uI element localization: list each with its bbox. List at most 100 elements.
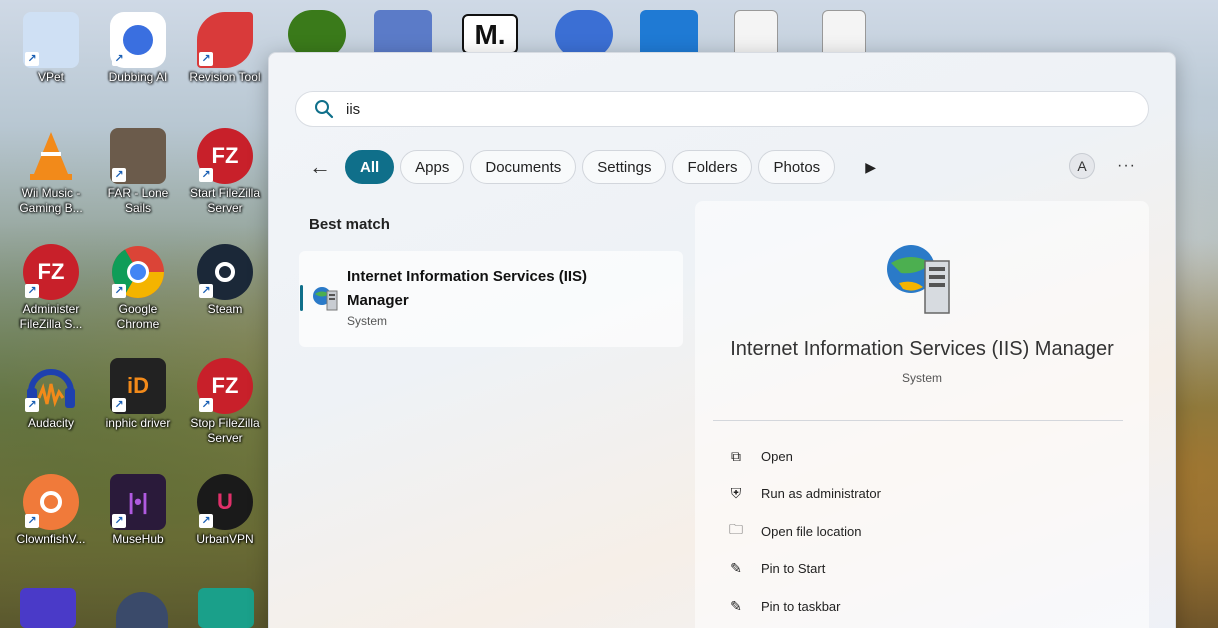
desktop-icon-dubbing-ai[interactable]: ↗ Dubbing AI xyxy=(97,12,179,85)
filezilla-icon: FZ ↗ xyxy=(197,358,253,414)
detail-pane: Internet Information Services (IIS) Mana… xyxy=(695,201,1149,628)
shortcut-arrow-icon: ↗ xyxy=(25,514,39,528)
bottom-icon-1[interactable] xyxy=(20,588,76,628)
search-input[interactable] xyxy=(346,100,1126,118)
pin-icon: ✎ xyxy=(730,597,742,614)
shortcut-arrow-icon: ↗ xyxy=(25,398,39,412)
filezilla-icon: FZ ↗ xyxy=(197,128,253,184)
detail-subtitle: System xyxy=(901,371,942,385)
best-match-result[interactable]: Internet Information Services (IIS) Mana… xyxy=(299,251,683,347)
best-match-heading: Best match xyxy=(309,216,390,233)
action-label: Pin to Start xyxy=(761,560,826,576)
action-label: Pin to taskbar xyxy=(761,598,841,614)
desktop-icon-audacity[interactable]: ↗ Audacity xyxy=(10,358,92,431)
action-pin-to-taskbar[interactable]: ✎ Pin to taskbar xyxy=(727,595,841,617)
shortcut-arrow-icon: ↗ xyxy=(199,398,213,412)
desktop-icon-label: Steam xyxy=(207,302,243,316)
filter-folders[interactable]: Folders xyxy=(672,150,753,184)
shortcut-arrow-icon: ↗ xyxy=(112,168,126,182)
shortcut-arrow-icon: ↗ xyxy=(112,398,126,412)
top-icon-vscode[interactable] xyxy=(640,10,698,58)
desktop-icon-administer-filezilla[interactable]: FZ ↗ Administer FileZilla S... xyxy=(10,244,92,332)
desktop-icon-vpet[interactable]: ↗ VPet xyxy=(10,12,92,85)
filter-photos[interactable]: Photos xyxy=(758,150,836,184)
desktop-icon-start-filezilla[interactable]: FZ ↗ Start FileZilla Server xyxy=(184,128,266,216)
play-more-icon[interactable]: ▶ xyxy=(865,159,876,176)
desktop-icon-stop-filezilla[interactable]: FZ ↗ Stop FileZilla Server xyxy=(184,358,266,446)
top-icon-1[interactable] xyxy=(288,10,346,58)
desktop-icon-urbanvpn[interactable]: U ↗ UrbanVPN xyxy=(184,474,266,547)
action-label: Open xyxy=(761,448,793,464)
shortcut-arrow-icon: ↗ xyxy=(112,52,126,66)
result-title: Internet Information Services (IIS) Mana… xyxy=(347,268,588,309)
desktop-icon-label: Start FileZilla Server xyxy=(189,186,260,215)
desktop-icon-label: Revision Tool xyxy=(189,70,261,84)
desktop-icon-far-lone-sails[interactable]: ↗ FAR - Lone Sails xyxy=(97,128,179,216)
search-icon xyxy=(315,100,334,119)
inphic-icon: iD ↗ xyxy=(110,358,166,414)
action-run-as-administrator[interactable]: ⛨ Run as administrator xyxy=(727,482,881,504)
action-pin-to-start[interactable]: ✎ Pin to Start xyxy=(727,557,825,579)
top-icon-doc-2[interactable] xyxy=(822,10,866,58)
desktop-icon-label: UrbanVPN xyxy=(196,532,254,546)
desktop-icon-label: Wii Music - Gaming B... xyxy=(19,186,83,215)
desktop-icon-label: VPet xyxy=(37,70,64,84)
filezilla-icon: FZ ↗ xyxy=(23,244,79,300)
revision-tool-icon: ↗ xyxy=(197,12,253,68)
desktop-icon-label: ClownfishV... xyxy=(16,532,86,546)
folder-icon: 🗀 xyxy=(729,521,743,537)
shortcut-arrow-icon: ↗ xyxy=(25,52,39,66)
search-bar[interactable] xyxy=(295,91,1149,127)
back-arrow-icon[interactable]: ← xyxy=(309,154,331,180)
urbanvpn-icon: U ↗ xyxy=(197,474,253,530)
dubbing-ai-icon: ↗ xyxy=(110,12,166,68)
musehub-icon: |•| ↗ xyxy=(110,474,166,530)
desktop-icon-google-chrome[interactable]: ↗ Google Chrome xyxy=(97,244,179,332)
filter-settings[interactable]: Settings xyxy=(582,150,667,184)
desktop-icon-musehub[interactable]: |•| ↗ MuseHub xyxy=(97,474,179,547)
steam-icon: ↗ xyxy=(197,244,253,300)
top-icon-2[interactable] xyxy=(374,10,432,58)
far-lone-sails-icon: ↗ xyxy=(110,128,166,184)
shortcut-arrow-icon: ↗ xyxy=(112,514,126,528)
vlc-cone-icon xyxy=(23,128,79,184)
shortcut-arrow-icon: ↗ xyxy=(199,52,213,66)
filter-documents[interactable]: Documents xyxy=(470,150,577,184)
desktop-icon-wii-music[interactable]: Wii Music - Gaming B... xyxy=(10,128,92,216)
desktop-icon-label: inphic driver xyxy=(105,416,171,430)
desktop-icon-steam[interactable]: ↗ Steam xyxy=(184,244,266,317)
bottom-icon-3[interactable] xyxy=(198,588,254,628)
desktop-icon-revision-tool[interactable]: ↗ Revision Tool xyxy=(184,12,266,85)
more-options-icon[interactable]: ··· xyxy=(1117,157,1136,175)
action-open-file-location[interactable]: 🗀 Open file location xyxy=(727,520,861,542)
result-subtitle: System xyxy=(347,314,388,328)
iis-manager-large-icon xyxy=(887,245,950,314)
shield-icon: ⛨ xyxy=(730,484,742,501)
top-icon-m-label: M. xyxy=(474,19,506,50)
filter-apps[interactable]: Apps xyxy=(400,150,465,184)
desktop-icon-clownfish[interactable]: ↗ ClownfishV... xyxy=(6,474,96,547)
shortcut-arrow-icon: ↗ xyxy=(199,284,213,298)
detail-divider xyxy=(713,420,1123,421)
top-icon-pencil[interactable] xyxy=(555,10,613,58)
filter-bar: ← All Apps Documents Settings Folders Ph… xyxy=(309,149,876,185)
clownfish-icon: ↗ xyxy=(23,474,79,530)
desktop-icon-label: MuseHub xyxy=(112,532,164,546)
account-avatar[interactable]: A xyxy=(1069,153,1095,179)
shortcut-arrow-icon: ↗ xyxy=(199,168,213,182)
vpet-icon: ↗ xyxy=(23,12,79,68)
action-open[interactable]: ⧉ Open xyxy=(727,445,793,467)
top-icon-doc-1[interactable] xyxy=(734,10,778,58)
desktop-icon-inphic-driver[interactable]: iD ↗ inphic driver xyxy=(97,358,179,431)
pin-icon: ✎ xyxy=(730,559,742,576)
desktop-icon-label: FAR - Lone Sails xyxy=(107,186,169,215)
action-label: Run as administrator xyxy=(761,485,881,501)
desktop-icon-label: Stop FileZilla Server xyxy=(190,416,260,445)
top-icon-m[interactable]: M. xyxy=(462,14,518,54)
filter-all[interactable]: All xyxy=(345,150,395,184)
search-panel: ← All Apps Documents Settings Folders Ph… xyxy=(268,52,1176,628)
desktop-icon-label: Administer FileZilla S... xyxy=(19,302,83,331)
desktop-icon-label: Google Chrome xyxy=(116,302,160,331)
shortcut-arrow-icon: ↗ xyxy=(199,514,213,528)
chrome-icon: ↗ xyxy=(110,244,166,300)
